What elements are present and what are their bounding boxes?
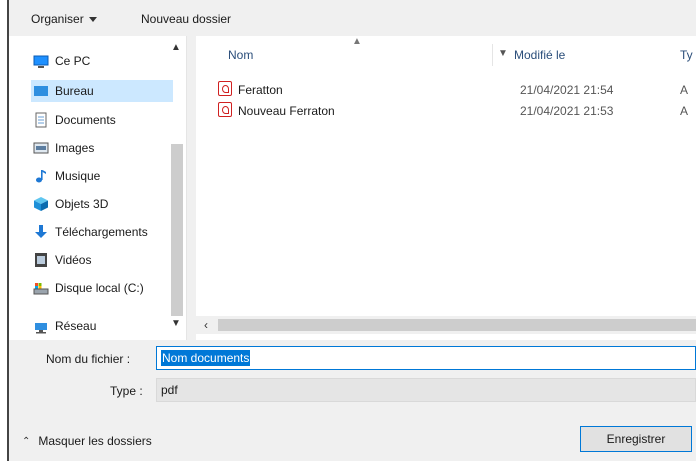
file-row[interactable]: Feratton 21/04/2021 21:54 A xyxy=(218,79,696,99)
nav-item-network[interactable]: Réseau xyxy=(33,315,173,337)
column-divider[interactable] xyxy=(492,44,493,66)
network-icon xyxy=(33,318,49,334)
scrollbar-thumb[interactable] xyxy=(171,144,183,316)
nav-item-music[interactable]: Musique xyxy=(33,165,173,187)
nav-item-3d-objects[interactable]: Objets 3D xyxy=(33,193,173,215)
nav-item-images[interactable]: Images xyxy=(33,137,173,159)
nav-item-downloads[interactable]: Téléchargements xyxy=(33,221,173,243)
nav-item-videos[interactable]: Vidéos xyxy=(33,249,173,271)
nav-item-documents[interactable]: Documents xyxy=(33,109,173,131)
images-icon xyxy=(33,140,49,156)
nav-item-label: Documents xyxy=(55,113,116,127)
chevron-up-icon: ⌃ xyxy=(22,435,31,447)
nav-item-label: Disque local (C:) xyxy=(55,281,144,295)
filename-input[interactable]: Nom documents xyxy=(156,346,696,370)
toolbar: Organiser Nouveau dossier xyxy=(9,0,696,36)
chevron-down-icon[interactable]: ▼ xyxy=(498,48,508,59)
navigation-pane: Ce PC Bureau Documents Images Musique Ob… xyxy=(9,36,187,340)
nav-item-label: Vidéos xyxy=(55,253,92,267)
file-modified: 21/04/2021 21:53 xyxy=(520,104,614,118)
scroll-up-icon[interactable]: ▲ xyxy=(165,42,187,58)
filename-value: Nom documents xyxy=(161,350,251,366)
sort-ascending-icon: ▲ xyxy=(352,36,362,47)
scrollbar-thumb[interactable] xyxy=(218,319,696,331)
nav-item-label: Images xyxy=(55,141,95,155)
file-name: Feratton xyxy=(238,83,283,97)
nav-item-label: Ce PC xyxy=(55,54,91,68)
nav-item-this-pc[interactable]: Ce PC xyxy=(33,50,173,72)
hide-folders-label: Masquer les dossiers xyxy=(38,434,152,448)
scroll-down-icon[interactable]: ▼ xyxy=(165,318,187,334)
nav-item-desktop[interactable]: Bureau xyxy=(31,80,173,102)
desktop-icon xyxy=(33,83,49,99)
videos-icon xyxy=(33,252,49,268)
documents-icon xyxy=(33,112,49,128)
file-type: A xyxy=(680,83,689,97)
save-button[interactable]: Enregistrer xyxy=(580,426,692,452)
scroll-left-icon[interactable]: ‹ xyxy=(198,318,214,332)
horizontal-scrollbar[interactable]: ‹ xyxy=(196,316,696,334)
file-name: Nouveau Ferraton xyxy=(238,104,335,118)
column-header-modified[interactable]: Modifié le xyxy=(514,48,565,70)
3d-objects-icon xyxy=(33,196,49,212)
nav-item-local-disk[interactable]: Disque local (C:) xyxy=(33,277,173,299)
downloads-icon xyxy=(33,224,49,240)
column-header-type[interactable]: Ty xyxy=(680,48,693,70)
column-header-name[interactable]: Nom xyxy=(228,48,253,70)
organiser-label: Organiser xyxy=(31,12,84,26)
nav-item-label: Musique xyxy=(55,169,101,183)
nav-item-label: Téléchargements xyxy=(55,225,148,239)
file-type-select[interactable]: pdf xyxy=(156,378,696,402)
pdf-icon xyxy=(218,102,232,117)
file-type: A xyxy=(680,104,689,118)
drive-icon xyxy=(33,280,49,296)
hide-folders-toggle[interactable]: ⌃ Masquer les dossiers xyxy=(22,434,152,448)
nav-item-label: Réseau xyxy=(55,319,97,333)
file-row[interactable]: Nouveau Ferraton 21/04/2021 21:53 A xyxy=(218,100,696,120)
music-icon xyxy=(33,168,49,184)
file-list: Nom ▲ ▼ Modifié le Ty Feratton 21/04/202… xyxy=(196,36,696,340)
chevron-down-icon xyxy=(88,17,97,23)
file-type-value: pdf xyxy=(161,383,178,397)
file-modified: 21/04/2021 21:54 xyxy=(520,83,614,97)
pdf-icon xyxy=(218,81,232,96)
organiser-button[interactable]: Organiser xyxy=(31,12,97,26)
new-folder-button[interactable]: Nouveau dossier xyxy=(141,12,231,26)
nav-item-label: Bureau xyxy=(55,84,94,98)
pc-icon xyxy=(33,53,49,69)
filename-label: Nom du fichier : xyxy=(46,352,131,366)
nav-item-label: Objets 3D xyxy=(55,197,109,211)
nav-pane-scrollbar[interactable]: ▲ ▼ xyxy=(165,36,187,340)
file-type-label: Type : xyxy=(110,384,143,398)
window-left-edge xyxy=(0,0,9,461)
